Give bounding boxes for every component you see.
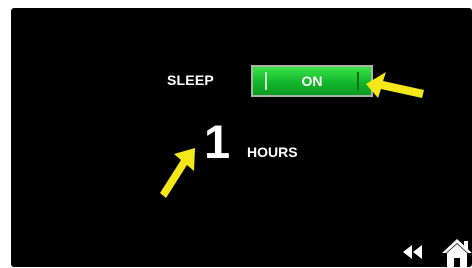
sleep-toggle-button[interactable]: ON bbox=[251, 65, 373, 97]
device-screen: SLEEP ON 1 HOURS bbox=[11, 8, 472, 267]
annotation-arrow-icon bbox=[366, 72, 424, 98]
hours-value[interactable]: 1 bbox=[204, 118, 230, 165]
rewind-icon[interactable] bbox=[402, 244, 424, 260]
sleep-toggle-state: ON bbox=[301, 73, 323, 89]
hours-unit-label: HOURS bbox=[247, 144, 298, 160]
annotation-arrow-icon bbox=[160, 148, 195, 198]
sleep-label: SLEEP bbox=[167, 72, 214, 88]
home-icon[interactable] bbox=[441, 238, 472, 268]
